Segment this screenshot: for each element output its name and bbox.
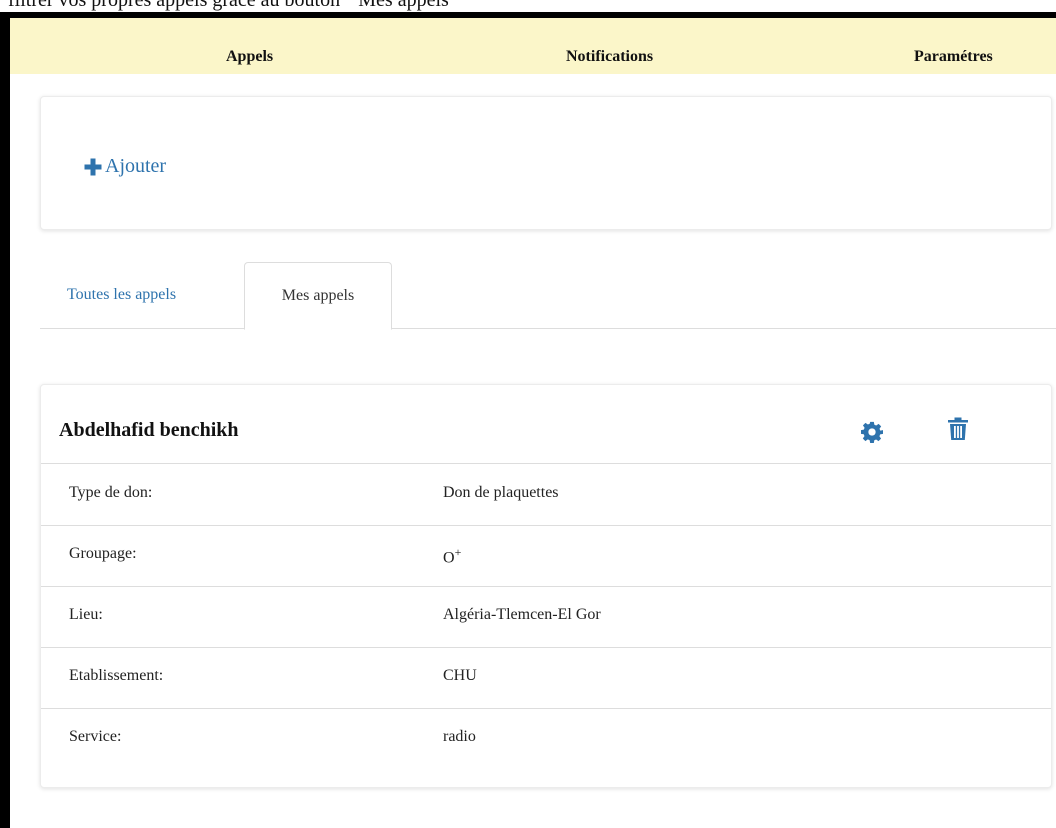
detail-row-etablissement: Etablissement: CHU [41,647,1051,709]
row-label: Service: [69,728,122,745]
nav-parametres[interactable]: Paramétres [914,48,993,66]
row-label: Groupage: [69,545,137,562]
detail-row-groupage: Groupage: O+ [41,525,1051,587]
tab-all-calls[interactable]: Toutes les appels [67,262,176,327]
call-tabs: Toutes les appels Mes appels [40,262,1056,330]
card-header: Abdelhafid benchikh [41,385,1051,464]
nav-appels[interactable]: Appels [226,48,273,66]
row-value: Don de plaquettes [443,484,559,501]
row-value: Algéria-Tlemcen-El Gor [443,606,601,623]
plus-icon [84,158,102,175]
row-label: Lieu: [69,606,103,623]
row-label: Etablissement: [69,667,164,684]
gear-icon[interactable] [861,421,883,443]
trash-icon[interactable] [947,417,969,441]
requester-name: Abdelhafid benchikh [59,419,239,441]
detail-row-lieu: Lieu: Algéria-Tlemcen-El Gor [41,586,1051,648]
detail-row-service: Service: radio [41,708,1051,769]
app-window-frame: Appels Notifications Paramétres Ajouter … [0,12,1056,828]
app-content: Appels Notifications Paramétres Ajouter … [10,18,1056,828]
blood-group-value: O+ [443,545,461,567]
add-panel: Ajouter [40,96,1052,230]
top-navigation-bar: Appels Notifications Paramétres [10,18,1056,74]
blood-group-rhesus: + [454,545,462,559]
detail-row-type: Type de don: Don de plaquettes [41,464,1051,526]
row-value: CHU [443,667,477,684]
tab-my-calls[interactable]: Mes appels [244,262,392,330]
add-button-label: Ajouter [105,155,167,177]
call-card: Abdelhafid benchikh Type de don: Don de … [40,384,1052,788]
row-value: radio [443,728,476,745]
instruction-caption: filtrer vos propres appels grâce au bout… [8,0,462,11]
blood-group-letter: O [443,549,455,567]
nav-notifications[interactable]: Notifications [566,48,653,66]
add-button[interactable]: Ajouter [83,155,166,178]
row-label: Type de don: [69,484,153,501]
